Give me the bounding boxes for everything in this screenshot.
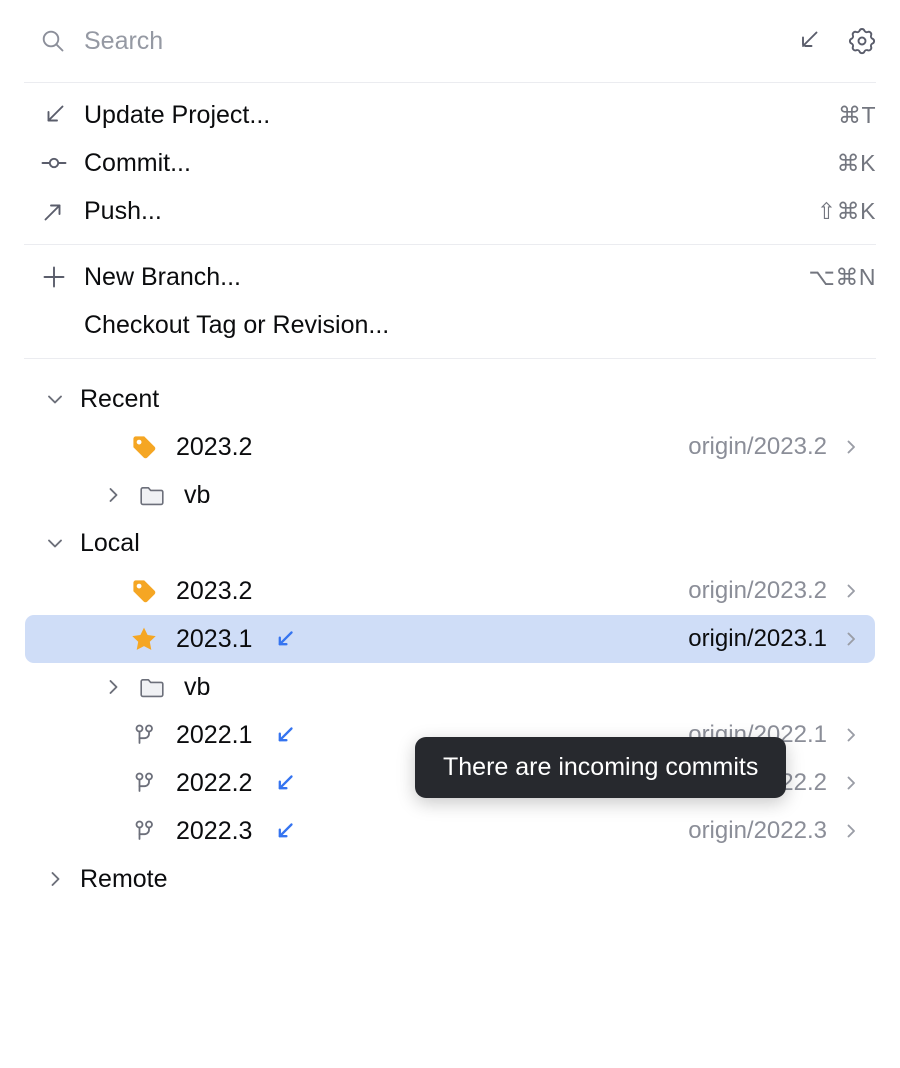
star-icon [130, 625, 158, 653]
chevron-right-icon[interactable] [102, 676, 124, 698]
menu-item-label: Update Project... [84, 100, 271, 129]
folder-icon [138, 673, 166, 701]
chevron-right-icon[interactable] [841, 581, 861, 601]
tracking-branch-label: origin/2023.2 [688, 577, 827, 604]
menu-item-push[interactable]: Push... ⇧⌘K [0, 187, 900, 235]
tree-item-label: 2022.3 [176, 816, 253, 845]
tag-icon [130, 577, 158, 605]
tree-item-label: 2023.2 [176, 432, 253, 461]
arrow-down-left-dashed-icon[interactable] [794, 27, 822, 55]
incoming-commits-icon[interactable] [274, 628, 296, 650]
branch-icon [130, 817, 158, 845]
header-actions [794, 27, 876, 55]
branch-icon [130, 721, 158, 749]
chevron-down-icon[interactable] [44, 532, 66, 554]
tree-group-recent[interactable]: Recent [25, 375, 875, 423]
tree-item-label: 2022.1 [176, 720, 253, 749]
search-icon [40, 28, 66, 54]
tree-item-label: 2022.2 [176, 768, 253, 797]
menu-item-shortcut: ⌘T [837, 101, 876, 128]
chevron-right-icon[interactable] [841, 437, 861, 457]
menu-item-shortcut: ⇧⌘K [816, 197, 876, 224]
tree-group-remote[interactable]: Remote [25, 855, 875, 903]
search-bar [0, 0, 900, 82]
tree-item-tag[interactable]: 2023.2 origin/2023.2 [25, 423, 875, 471]
menu-item-label: Push... [84, 196, 162, 225]
tree-item-tag[interactable]: 2023.2 origin/2023.2 [25, 567, 875, 615]
chevron-down-icon[interactable] [44, 388, 66, 410]
incoming-commits-icon[interactable] [274, 820, 296, 842]
tooltip-incoming-commits: There are incoming commits [415, 737, 787, 798]
tree-group-label: Remote [80, 864, 168, 893]
chevron-right-icon[interactable] [44, 868, 66, 890]
branch-tree: Recent 2023.2 origin/2023.2 vb Local 202… [0, 359, 900, 903]
menu-item-label: Checkout Tag or Revision... [84, 310, 390, 339]
branch-icon [130, 769, 158, 797]
menu-item-label: New Branch... [84, 262, 242, 291]
menu-item-label: Commit... [84, 148, 191, 177]
gear-icon[interactable] [848, 27, 876, 55]
tree-group-label: Recent [80, 384, 160, 413]
arrow-up-right-icon [40, 197, 68, 225]
menu-item-shortcut: ⌘K [836, 149, 876, 176]
chevron-right-icon[interactable] [841, 773, 861, 793]
chevron-right-icon[interactable] [841, 629, 861, 649]
tracking-branch-label: origin/2022.3 [688, 817, 827, 844]
menu-item-new-branch[interactable]: New Branch... ⌥⌘N [0, 253, 900, 301]
tree-item-label: 2023.1 [176, 624, 253, 653]
tree-group-label: Local [80, 528, 140, 557]
primary-actions: Update Project... ⌘T Commit... ⌘K Push..… [0, 83, 900, 244]
tree-item-label: vb [184, 672, 211, 701]
menu-item-shortcut: ⌥⌘N [808, 263, 876, 290]
arrow-down-left-icon [40, 101, 68, 129]
menu-item-commit[interactable]: Commit... ⌘K [0, 139, 900, 187]
tree-item-folder-vb-local[interactable]: vb [25, 663, 875, 711]
folder-icon [138, 481, 166, 509]
incoming-commits-icon[interactable] [274, 772, 296, 794]
incoming-commits-icon[interactable] [274, 724, 296, 746]
search-input[interactable] [84, 26, 780, 56]
chevron-right-icon[interactable] [841, 821, 861, 841]
tree-item-label: 2023.2 [176, 576, 253, 605]
git-branches-popup: Update Project... ⌘T Commit... ⌘K [0, 0, 900, 1068]
tree-group-local[interactable]: Local [25, 519, 875, 567]
tag-icon [130, 433, 158, 461]
menu-item-checkout-tag-or-revision[interactable]: Checkout Tag or Revision... [0, 301, 900, 349]
tree-item-current-branch[interactable]: 2023.1 origin/2023.1 [25, 615, 875, 663]
plus-icon [40, 263, 68, 291]
tracking-branch-label: origin/2023.1 [688, 625, 827, 652]
commit-node-icon [40, 149, 68, 177]
tree-item-folder-vb-recent[interactable]: vb [25, 471, 875, 519]
chevron-right-icon[interactable] [102, 484, 124, 506]
tree-item-label: vb [184, 480, 211, 509]
menu-item-update-project[interactable]: Update Project... ⌘T [0, 91, 900, 139]
chevron-right-icon[interactable] [841, 725, 861, 745]
tree-item-branch[interactable]: 2022.3 origin/2022.3 [25, 807, 875, 855]
secondary-actions: New Branch... ⌥⌘N Checkout Tag or Revisi… [0, 245, 900, 358]
tracking-branch-label: origin/2023.2 [688, 433, 827, 460]
